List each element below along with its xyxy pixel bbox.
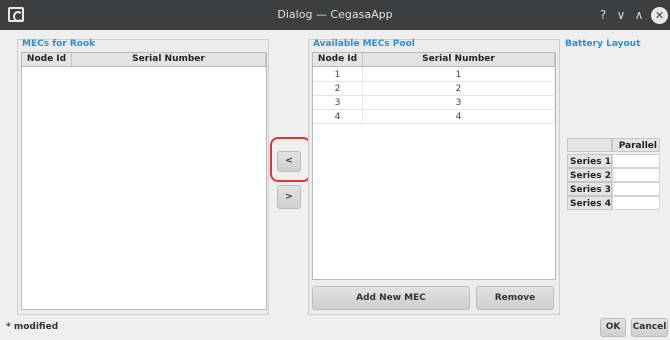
battery-layout-header-row: Parallel 1	[567, 138, 660, 165]
cancel-button[interactable]: Cancel	[631, 318, 668, 337]
highlight-annotation	[270, 137, 311, 182]
table-row[interactable]: 2 2	[313, 82, 555, 96]
ok-button[interactable]: OK	[600, 318, 626, 337]
battery-layout-title: Battery Layout	[565, 39, 641, 49]
pool-table[interactable]: Node Id Serial Number 1 1 2 2 3 3 4 4	[312, 52, 556, 280]
pool-header: Node Id Serial Number	[313, 53, 555, 67]
table-row[interactable]: 1 1	[313, 68, 555, 82]
add-new-mec-button[interactable]: Add New MEC	[312, 286, 470, 310]
battery-cell[interactable]	[612, 168, 660, 182]
column-header-parallel-1[interactable]: Parallel 1	[612, 138, 660, 165]
battery-layout-row[interactable]: Series 2	[567, 168, 660, 182]
row-header-series: Series 3	[567, 182, 612, 196]
row-header-series: Series 2	[567, 168, 612, 182]
battery-layout-table[interactable]: Parallel 1 Series 1 Series 2 Series 3 Se…	[567, 138, 660, 220]
battery-cell[interactable]	[612, 154, 660, 168]
node-id-cell: 3	[313, 96, 363, 110]
battery-cell[interactable]	[612, 196, 660, 210]
battery-layout-row[interactable]: Series 3	[567, 182, 660, 196]
mecs-for-rook-title: MECs for Rook	[22, 39, 96, 49]
battery-cell[interactable]	[612, 182, 660, 196]
mecs-for-rook-table[interactable]: Node Id Serial Number	[21, 52, 267, 310]
column-header-serial-number[interactable]: Serial Number	[72, 53, 266, 66]
column-header-serial-number[interactable]: Serial Number	[363, 53, 555, 66]
battery-layout-row[interactable]: Series 4	[567, 196, 660, 210]
move-to-pool-button[interactable]: >	[277, 185, 301, 209]
remove-button[interactable]: Remove	[476, 286, 554, 310]
serial-number-cell: 4	[363, 110, 555, 124]
row-header-series: Series 4	[567, 196, 612, 210]
table-row[interactable]: 4 4	[313, 110, 555, 124]
pool-title: Available MECs Pool	[313, 39, 415, 49]
node-id-cell: 4	[313, 110, 363, 124]
serial-number-cell: 1	[363, 68, 555, 82]
maximize-button[interactable]: ∧	[633, 6, 645, 24]
corner-cell	[567, 138, 612, 152]
serial-number-cell: 3	[363, 96, 555, 110]
help-button[interactable]: ?	[597, 6, 609, 24]
column-header-node-id[interactable]: Node Id	[22, 53, 72, 66]
status-text: * modified	[6, 322, 59, 332]
title-bar: Dialog — CegasaApp ? ∨ ∧ ✕	[0, 0, 670, 30]
row-header-series: Series 1	[567, 154, 612, 168]
battery-layout-row[interactable]: Series 1	[567, 154, 660, 168]
node-id-cell: 2	[313, 82, 363, 96]
column-header-node-id[interactable]: Node Id	[313, 53, 363, 66]
mecs-for-rook-header: Node Id Serial Number	[22, 53, 266, 67]
node-id-cell: 1	[313, 68, 363, 82]
table-row[interactable]: 3 3	[313, 96, 555, 110]
window-title: Dialog — CegasaApp	[277, 8, 393, 21]
minimize-button[interactable]: ∨	[615, 6, 627, 24]
close-button[interactable]: ✕	[651, 7, 668, 24]
serial-number-cell: 2	[363, 82, 555, 96]
